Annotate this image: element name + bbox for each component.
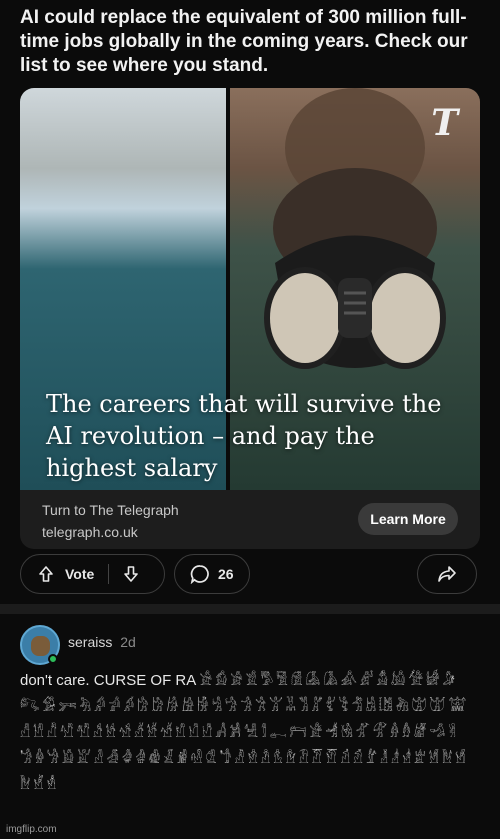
learn-more-button[interactable]: Learn More <box>358 503 458 535</box>
comment-header: seraiss 2d <box>68 634 136 650</box>
section-divider <box>0 604 500 614</box>
ad-domain[interactable]: telegraph.co.uk <box>42 522 179 542</box>
arrow-down-icon <box>122 565 140 583</box>
ad-source: Turn to The Telegraph <box>42 502 179 518</box>
vote-separator <box>108 564 110 584</box>
comment-username[interactable]: seraiss <box>68 634 112 650</box>
comment-count: 26 <box>218 566 234 582</box>
comments-button[interactable]: 26 <box>174 554 250 594</box>
comment-hieroglyphs: 𓀀𓀁𓀂𓀃𓀄𓀅𓀆𓀇𓀈𓀉𓀊𓀋𓀌𓀍𓀎𓀏𓀐𓀑𓀒𓀓𓀔𓀕𓀖𓀗𓀘𓀙𓀚𓀛𓀜𓀝𓀞𓀟𓀠𓀡𓀢𓀣𓀤𓀥𓀦𓀧… <box>20 673 470 793</box>
comment-timestamp: 2d <box>120 634 136 650</box>
comment-icon <box>190 564 210 584</box>
post-headline: AI could replace the equivalent of 300 m… <box>20 7 468 76</box>
upvote-button[interactable]: Vote <box>21 555 94 593</box>
ad-image[interactable]: T The careers that will survive the AI r… <box>20 88 480 490</box>
comment-text: don't care. CURSE OF RA <box>20 672 200 689</box>
arrow-up-icon <box>37 565 55 583</box>
share-icon <box>437 564 457 584</box>
downvote-button[interactable] <box>113 555 149 593</box>
online-status-dot <box>48 654 58 664</box>
ad-meta: Turn to The Telegraph telegraph.co.uk <box>42 500 179 542</box>
imgflip-watermark: imgflip.com <box>6 824 57 835</box>
share-button[interactable] <box>417 554 477 594</box>
telegraph-logo: T <box>431 102 458 144</box>
ad-overlay-title: The careers that will survive the AI rev… <box>46 390 442 482</box>
ad-card[interactable]: T The careers that will survive the AI r… <box>20 88 480 549</box>
vote-label: Vote <box>65 566 95 582</box>
vote-control: Vote <box>20 554 165 594</box>
comment-body: don't care. CURSE OF RA 𓀀𓀁𓀂𓀃𓀄𓀅𓀆𓀇𓀈𓀉𓀊𓀋𓀌𓀍𓀎𓀏… <box>20 668 485 798</box>
avatar-character <box>31 636 50 656</box>
